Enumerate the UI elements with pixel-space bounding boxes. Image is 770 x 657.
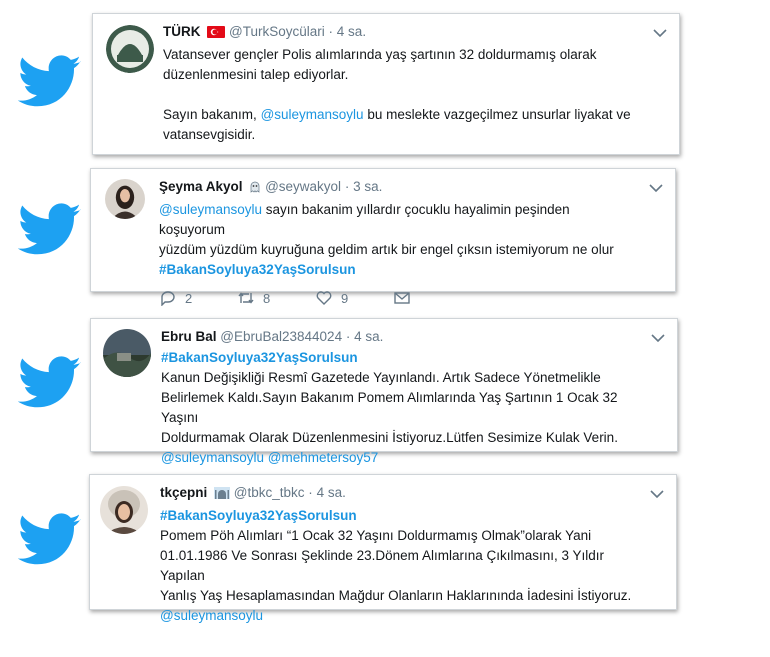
separator-dot: · [308,485,313,500]
avatar[interactable] [100,486,148,534]
avatar[interactable] [103,329,151,377]
twitter-bird-icon [18,355,82,411]
tweet-text: Vatansever gençler Polis alımlarında yaş… [163,45,643,145]
mention-link[interactable]: @suleymansoylu [261,107,364,122]
mention-link[interactable]: @suleymansoylu [159,202,262,217]
mention-link[interactable]: @suleymansoylu [160,608,263,623]
retweet-icon [238,292,254,304]
tweet-time[interactable]: 4 sa. [337,24,366,39]
reply-icon [161,291,175,306]
chevron-down-icon[interactable] [649,183,663,193]
tweet-card[interactable]: tkçepni @tbkc_tbkc · 4 sa. #BakanSoyluya… [89,474,677,623]
tweet-time[interactable]: 4 sa. [317,485,346,500]
chevron-down-icon[interactable] [651,333,665,343]
tweet-text-line: düzenlenmesini talep ediyorlar. [163,67,349,82]
turkish-flag-icon [207,25,226,43]
tweet-text-line: Vatansever gençler Polis alımlarında yaş… [163,47,597,62]
tweet-text-line: Pomem Pöh Alımları “1 Ocak 32 Yaşını Dol… [160,528,592,543]
hashtag-link[interactable]: #BakanSoyluya32YaşSorulsun [161,350,358,365]
chevron-down-icon[interactable] [650,489,664,499]
tweet-text-line: yüzdüm yüzdüm kuyruğuna geldim artık bir… [159,242,614,257]
author-name[interactable]: Ebru Bal [161,329,217,344]
retweet-button[interactable]: 8 [237,290,315,306]
tweet-text-line: Sayın bakanım, @suleymansoylu bu meslekt… [163,105,643,125]
tweet-actions: 2 8 9 [159,290,639,306]
twitter-bird-icon [18,202,82,258]
tweet-text: @suleymansoylu sayın bakanim yıllardır ç… [159,200,639,280]
author-name[interactable]: tkçepni [160,485,207,500]
tweet-header: tkçepni @tbkc_tbkc · 4 sa. [160,484,640,504]
avatar[interactable] [106,25,154,73]
separator-dot: · [328,24,334,39]
author-handle[interactable]: @EbruBal23844024 [220,329,342,344]
tweet-header: TÜRK @TurkSoycülari · 4 sa. [163,23,643,43]
tweet-text-line: Kanun Değişikliği Resmî Gazetede Yayınla… [161,370,601,385]
tweet-card[interactable]: TÜRK @TurkSoycülari · 4 sa. Vatansever g… [92,13,680,155]
mention-link[interactable]: @suleymansoylu [161,450,264,465]
ghost-icon [249,180,261,198]
like-count: 9 [341,290,349,306]
tweet-card[interactable]: Ebru Bal @EbruBal23844024 · 4 sa. #Bakan… [90,318,678,465]
tweet-time[interactable]: 4 sa. [354,329,383,344]
hashtag-link[interactable]: #BakanSoyluya32YaşSorulsun [160,508,357,523]
avatar[interactable] [105,179,145,219]
tweet-text: #BakanSoyluya32YaşSorulsun Pomem Pöh Alı… [160,506,640,626]
mention-link[interactable]: @mehmetersoy57 [268,450,379,465]
message-button[interactable] [393,290,471,306]
reply-button[interactable]: 2 [159,290,237,306]
tweet-text-line: Doldurmamak Olarak Düzenlenmesini İstiyo… [161,430,618,445]
reply-count: 2 [185,290,193,306]
author-name[interactable]: Şeyma Akyol [159,179,243,194]
hashtag-link[interactable]: #BakanSoyluya32YaşSorulsun [159,262,356,277]
retweet-count: 8 [263,290,271,306]
twitter-bird-icon [18,54,82,110]
author-handle[interactable]: @seywakyol [265,179,341,194]
envelope-icon [394,292,410,304]
tweet-text-line: Belirlemek Kaldı.Sayın Bakanım Pomem Alı… [161,390,618,425]
tweet-card[interactable]: Şeyma Akyol @seywakyol · 3 sa. @suleyman… [90,168,676,306]
chevron-down-icon[interactable] [653,28,667,38]
heart-icon [316,291,332,305]
tweet-text-line: vatansevgisidir. [163,127,256,142]
tweet-time[interactable]: 3 sa. [353,179,382,194]
tweet-text-line: @suleymansoylu sayın bakanim yıllardır ç… [159,200,639,240]
mosque-icon [214,486,231,504]
author-handle[interactable]: @tbkc_tbkc [234,485,305,500]
twitter-bird-icon [18,512,82,568]
separator-dot: · [344,179,350,194]
tweet-text-line: @suleymansoylu @mehmetersoy57 [161,448,641,468]
tweet-header: Ebru Bal @EbruBal23844024 · 4 sa. [161,328,641,346]
tweet-text-line: 01.01.1986 Ve Sonrası Şeklinde 23.Dönem … [160,548,604,583]
text-span: bu meslekte vazgeçilmez unsurlar liyakat… [363,107,631,122]
like-button[interactable]: 9 [315,290,393,306]
tweet-header: Şeyma Akyol @seywakyol · 3 sa. [159,178,639,198]
author-handle[interactable]: @TurkSoycülari [229,24,325,39]
author-name[interactable]: TÜRK [163,24,201,39]
text-span: Sayın bakanım, [163,107,261,122]
separator-dot: · [345,329,351,344]
tweet-text: #BakanSoyluya32YaşSorulsun Kanun Değişik… [161,348,641,468]
tweet-text-line: Yanlış Yaş Hesaplamasından Mağdur Olanla… [160,588,632,603]
